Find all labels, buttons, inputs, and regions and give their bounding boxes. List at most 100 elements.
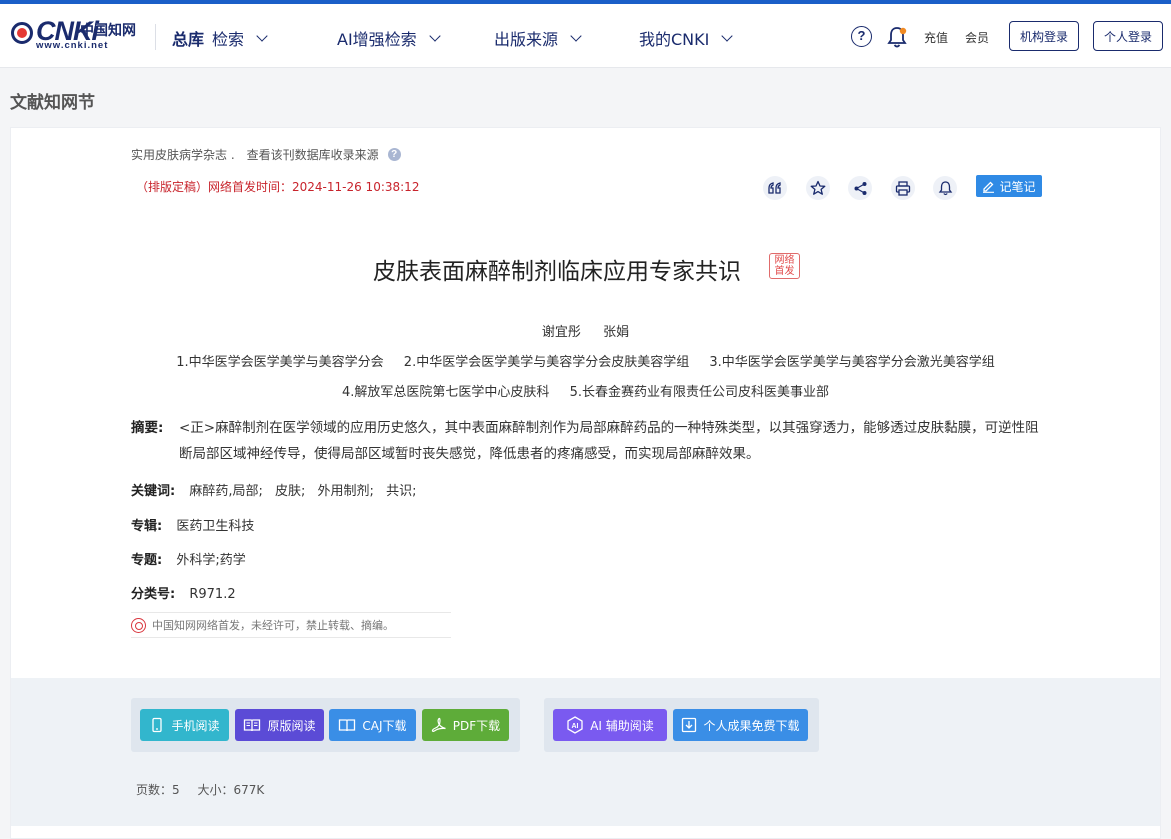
chevron-down-icon	[256, 29, 268, 42]
keywords-row: 关键词: 麻醉药,局部; 皮肤; 外用制剂; 共识;	[131, 480, 424, 499]
badge-line-2: 首发	[774, 266, 795, 277]
org-login-button[interactable]: 机构登录	[1009, 21, 1079, 51]
edit-icon	[983, 181, 995, 193]
original-read-label: 原版阅读	[267, 718, 316, 733]
nav-publications[interactable]: 出版来源	[494, 26, 582, 50]
author-link[interactable]: 谢宜彤	[542, 325, 581, 340]
article-title: 皮肤表面麻醉制剂临床应用专家共识	[373, 259, 741, 285]
print-button[interactable]	[891, 176, 915, 200]
book-icon	[244, 719, 261, 732]
org-link[interactable]: 2.中华医学会医学美学与美容学分会皮肤美容学组	[404, 355, 689, 370]
alert-icon	[938, 181, 952, 196]
download-icon	[682, 717, 697, 733]
original-read-button[interactable]: 原版阅读	[235, 709, 324, 741]
copyright-text: 中国知网网络首发，未经许可，禁止转载、摘编。	[152, 619, 394, 632]
keyword-link[interactable]: 外用制剂;	[318, 484, 374, 499]
question-icon[interactable]: ?	[387, 148, 401, 161]
bell-icon[interactable]	[887, 25, 907, 49]
star-icon	[810, 180, 826, 195]
chevron-down-icon	[429, 29, 441, 42]
abstract-section: 摘要: <正>麻醉制剂在医学领域的应用历史悠久，其中表面麻醉制剂作为局部麻醉药品…	[131, 415, 1047, 467]
nav-search-scope: 总库	[172, 30, 205, 49]
size-value: 677K	[233, 783, 265, 797]
mobile-read-button[interactable]: 手机阅读	[140, 709, 229, 741]
nav-my-cnki[interactable]: 我的CNKI	[639, 26, 734, 50]
nav-publications-label: 出版来源	[494, 30, 559, 49]
series-value: 医药卫生科技	[176, 519, 255, 534]
chevron-down-icon	[570, 29, 582, 42]
nav-search-label: 检索	[212, 30, 245, 49]
pages-value: 5	[172, 783, 180, 797]
pages-label: 页数：	[136, 783, 173, 797]
cnki-logo[interactable]: CNKi 中国知网 www.cnki.net	[10, 16, 136, 52]
abstract-text: <正>麻醉制剂在医学领域的应用历史悠久，其中表面麻醉制剂作为局部麻醉药品的一种特…	[179, 420, 1039, 462]
logo-url: www.cnki.net	[36, 40, 109, 51]
phone-icon	[152, 717, 163, 733]
page-title: 文献知网节	[10, 93, 95, 113]
help-icon[interactable]: ?	[851, 26, 872, 47]
free-download-button[interactable]: 个人成果免费下载	[673, 709, 808, 741]
alert-button[interactable]	[933, 176, 957, 200]
org-link[interactable]: 1.中华医学会医学美学与美容学分会	[176, 355, 383, 370]
target-icon	[131, 618, 146, 633]
favorite-button[interactable]	[806, 176, 830, 200]
size-label: 大小：	[197, 783, 234, 797]
source-link[interactable]: 查看该刊数据库收录来源	[247, 146, 379, 163]
organization-list: 1.中华医学会医学美学与美容学分会 2.中华医学会医学美学与美容学分会皮肤美容学…	[0, 351, 1171, 370]
logo-cn: 中国知网	[80, 23, 136, 39]
recharge-link[interactable]: 充值	[924, 29, 948, 46]
book-icon	[339, 719, 356, 732]
member-link[interactable]: 会员	[965, 29, 989, 46]
cite-button[interactable]	[763, 176, 787, 200]
pages-info: 页数：5	[136, 783, 180, 797]
globe-icon	[11, 22, 33, 44]
share-button[interactable]	[848, 176, 872, 200]
pdf-download-label: PDF下载	[452, 718, 501, 733]
keyword-link[interactable]: 麻醉药,局部;	[189, 484, 263, 499]
keyword-link[interactable]: 皮肤;	[275, 484, 305, 499]
note-button[interactable]: 记笔记	[976, 175, 1042, 197]
author-list: 谢宜彤 张娟	[0, 321, 1171, 340]
quote-icon	[768, 182, 781, 194]
pdf-download-button[interactable]: PDF下载	[422, 709, 509, 741]
ai-read-label: AI 辅助阅读	[590, 718, 654, 733]
author-link[interactable]: 张娟	[603, 325, 629, 340]
copyright-notice: 中国知网网络首发，未经许可，禁止转载、摘编。	[131, 612, 451, 638]
publish-time: （排版定稿）网络首发时间：2024-11-26 10:38:12	[136, 180, 420, 194]
ai-read-button[interactable]: AI AI 辅助阅读	[553, 709, 667, 741]
org-link[interactable]: 4.解放军总医院第七医学中心皮肤科	[342, 385, 549, 400]
class-label: 分类号:	[131, 587, 176, 602]
topic-row: 专题: 外科学;药学	[131, 549, 246, 568]
keyword-link[interactable]: 共识;	[386, 484, 416, 499]
header-divider	[155, 24, 156, 50]
svg-text:AI: AI	[572, 723, 579, 730]
nav-my-cnki-label: 我的CNKI	[639, 30, 710, 49]
free-download-label: 个人成果免费下载	[703, 718, 800, 733]
series-label: 专辑:	[131, 519, 163, 534]
file-meta: 页数：5 大小：677K	[136, 781, 278, 798]
chevron-down-icon	[721, 29, 734, 42]
journal-name[interactable]: 实用皮肤病学杂志 .	[131, 146, 235, 163]
organization-list-2: 4.解放军总医院第七医学中心皮肤科 5.长春金赛药业有限责任公司皮科医美事业部	[0, 381, 1171, 400]
topic-label: 专题:	[131, 553, 163, 568]
caj-download-label: CAJ下载	[362, 718, 407, 733]
caj-download-button[interactable]: CAJ下载	[329, 709, 416, 741]
nav-ai-search-label: AI增强检索	[337, 30, 417, 49]
abstract-label: 摘要:	[131, 420, 164, 436]
org-link[interactable]: 3.中华医学会医学美学与美容学分会激光美容学组	[709, 355, 994, 370]
note-button-label: 记笔记	[999, 179, 1036, 194]
class-row: 分类号: R971.2	[131, 583, 236, 602]
badge-line-1: 网络	[774, 255, 795, 266]
mobile-read-label: 手机阅读	[171, 718, 220, 733]
org-link[interactable]: 5.长春金赛药业有限责任公司皮科医美事业部	[570, 385, 829, 400]
personal-login-button[interactable]: 个人登录	[1093, 21, 1163, 51]
keywords-label: 关键词:	[131, 484, 176, 499]
nav-ai-search[interactable]: AI增强检索	[337, 26, 441, 50]
site-header: CNKi 中国知网 www.cnki.net 总库 检索 AI增强检索 出版来源…	[0, 4, 1171, 68]
journal-source: 实用皮肤病学杂志 . 查看该刊数据库收录来源 ?	[131, 146, 401, 163]
nav-search[interactable]: 总库 检索	[172, 26, 268, 50]
class-value: R971.2	[189, 587, 236, 602]
pdf-icon	[431, 717, 446, 732]
topic-value: 外科学;药学	[176, 553, 246, 568]
network-first-badge: 网络 首发	[769, 253, 800, 279]
